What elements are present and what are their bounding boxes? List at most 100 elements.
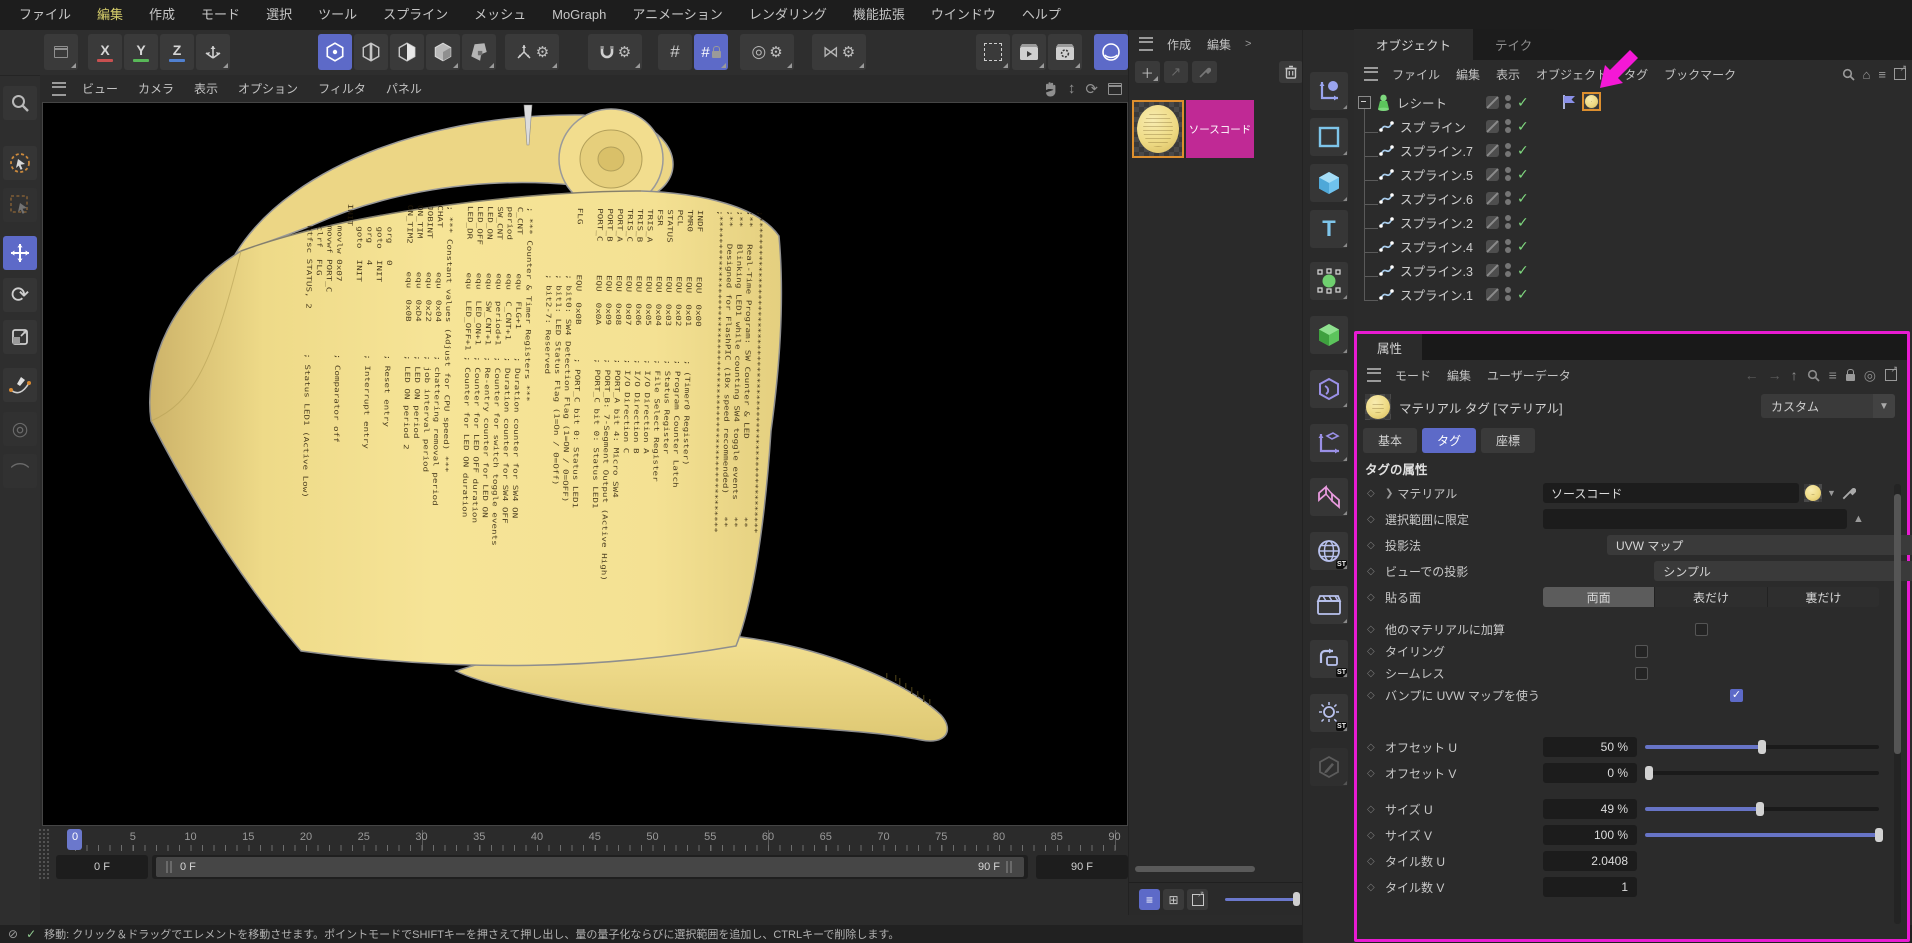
rectangle-spline-button[interactable] <box>1310 118 1348 156</box>
menu-item[interactable]: スプライン <box>370 0 461 30</box>
attribute-menu-icon[interactable] <box>1367 368 1381 382</box>
layer-toggle-icon[interactable] <box>1486 144 1499 157</box>
maximize-view-icon[interactable] <box>1108 83 1122 95</box>
tree-item-spline[interactable]: スプライン.5✓ <box>1354 162 1912 186</box>
material-mini-thumb[interactable] <box>1804 484 1822 502</box>
layout-window-button[interactable] <box>44 34 78 70</box>
enabled-check-icon[interactable]: ✓ <box>1517 94 1529 111</box>
magnet-button[interactable]: ⚙ <box>588 34 642 70</box>
menu-item[interactable]: ツール <box>305 0 370 30</box>
scale-tool-button[interactable] <box>3 320 37 354</box>
side-option-both[interactable]: 両面 <box>1543 587 1655 607</box>
list-view-button[interactable]: ≡ <box>1139 889 1160 910</box>
material-hscrollbar[interactable] <box>1135 866 1255 872</box>
layer-toggle-icon[interactable] <box>1486 168 1499 181</box>
offset-u-slider[interactable] <box>1645 737 1879 757</box>
visibility-toggle-icon[interactable] <box>1505 191 1511 205</box>
menu-item[interactable]: 選択 <box>253 0 305 30</box>
menu-item[interactable]: カメラ <box>128 80 184 97</box>
expand-icon[interactable]: ❯ <box>1385 488 1393 499</box>
axis-z-button[interactable]: Z <box>160 34 194 70</box>
menu-item[interactable]: 作成 <box>136 0 188 30</box>
object-menu-icon[interactable] <box>1364 67 1378 81</box>
tree-item-spline[interactable]: スプライン.7✓ <box>1354 138 1912 162</box>
coordinate-system-button[interactable] <box>196 34 230 70</box>
menu-item[interactable]: オプション <box>228 80 308 97</box>
tab-takes[interactable]: テイク <box>1473 29 1554 60</box>
spline-pen-button[interactable] <box>3 368 37 402</box>
symmetry-settings-icon[interactable]: ⚙ <box>842 43 855 61</box>
menu-item[interactable]: ヘルプ <box>1009 0 1074 30</box>
edit-render-settings-button[interactable] <box>1310 748 1348 786</box>
track-icon[interactable]: ◎ <box>1864 367 1876 384</box>
visibility-toggle-icon[interactable] <box>1505 119 1511 133</box>
live-selection-button[interactable] <box>3 146 37 180</box>
circle-primitive-button[interactable]: ◎ <box>3 412 37 446</box>
layer-toggle-icon[interactable] <box>1486 192 1499 205</box>
layer-toggle-icon[interactable] <box>1486 216 1499 229</box>
tree-item-spline[interactable]: スプ ライン✓ <box>1354 114 1912 138</box>
dolly-icon[interactable]: ↕ <box>1068 80 1076 97</box>
render-view-button[interactable] <box>1012 34 1046 70</box>
menu-item[interactable]: MoGraph <box>539 0 619 30</box>
snap-toggle-button[interactable]: # <box>694 34 728 70</box>
size-v-field[interactable]: 100 % <box>1543 825 1637 845</box>
filter-icon[interactable]: ≡ <box>1829 367 1837 383</box>
menu-item[interactable]: 編集 <box>1199 36 1239 53</box>
axis-modify-button[interactable] <box>1310 72 1348 110</box>
rectangle-selection-button[interactable] <box>3 188 37 222</box>
layer-toggle-icon[interactable] <box>1486 240 1499 253</box>
grid-view-button[interactable]: ⊞ <box>1163 889 1184 910</box>
search-icon[interactable] <box>1842 68 1855 81</box>
range-start-grip[interactable] <box>166 861 174 873</box>
tweak-settings-icon[interactable]: ⚙ <box>536 43 549 61</box>
menu-item[interactable]: 表示 <box>1488 66 1528 83</box>
workplane-button[interactable] <box>1310 424 1348 462</box>
layer-view-button[interactable] <box>1187 889 1208 910</box>
add-material-button[interactable]: ＋ <box>1135 61 1160 83</box>
render-settings-button[interactable] <box>1048 34 1082 70</box>
polygon-mode-button[interactable] <box>390 34 424 70</box>
keyframe-diamond-icon[interactable]: ◇ <box>1367 488 1385 499</box>
menu-item[interactable]: 編集 <box>1448 66 1488 83</box>
orbit-icon[interactable]: ⟳ <box>1085 80 1098 98</box>
seamless-checkbox[interactable] <box>1635 667 1648 680</box>
point-mode-button[interactable] <box>318 34 352 70</box>
enable-axis-button[interactable] <box>1310 316 1348 354</box>
size-u-field[interactable]: 49 % <box>1543 799 1637 819</box>
symmetry-button[interactable]: ⋈ ⚙ <box>812 34 866 70</box>
menu-item[interactable]: メッシュ <box>461 0 539 30</box>
nav-up-icon[interactable]: ↑ <box>1791 367 1798 383</box>
thumbnail-size-slider[interactable] <box>1225 898 1297 901</box>
current-frame-field[interactable]: 0 F <box>56 855 148 879</box>
stage-clapper-button[interactable] <box>1310 586 1348 624</box>
add-material-checkbox[interactable] <box>1695 623 1708 636</box>
make-editable-button[interactable] <box>1310 370 1348 408</box>
bump-uvw-checkbox[interactable] <box>1730 689 1743 702</box>
menu-item[interactable]: 表示 <box>184 80 228 97</box>
menu-item[interactable]: 編集 <box>84 0 136 30</box>
tree-item-spline[interactable]: スプライン.3✓ <box>1354 258 1912 282</box>
eyedropper-icon[interactable] <box>1841 486 1856 501</box>
light-st-button[interactable]: ST <box>1310 694 1348 732</box>
material-thumbnail[interactable] <box>1132 100 1184 158</box>
layer-toggle-icon[interactable] <box>1486 264 1499 277</box>
menu-item[interactable]: フィルタ <box>308 80 376 97</box>
range-end-grip[interactable] <box>1006 861 1014 873</box>
grid-button[interactable]: # <box>658 34 692 70</box>
menu-overflow-icon[interactable]: > <box>1241 38 1251 50</box>
tree-item-spline[interactable]: スプライン.4✓ <box>1354 234 1912 258</box>
cube-primitive-button[interactable] <box>1310 164 1348 202</box>
menu-item[interactable]: ブックマーク <box>1656 66 1744 83</box>
visibility-toggle-icon[interactable] <box>1505 215 1511 229</box>
symmetry-workflow-button[interactable] <box>1310 478 1348 516</box>
size-u-slider[interactable] <box>1645 799 1879 819</box>
pan-hand-icon[interactable] <box>1043 81 1058 97</box>
enabled-check-icon[interactable]: ✓ <box>1517 214 1529 231</box>
tiles-v-field[interactable]: 1 <box>1543 877 1637 897</box>
axis-y-button[interactable]: Y <box>124 34 158 70</box>
nav-back-icon[interactable]: ← <box>1745 367 1759 383</box>
enabled-check-icon[interactable]: ✓ <box>1517 166 1529 183</box>
move-tool-button[interactable] <box>3 236 37 270</box>
material-menu-icon[interactable] <box>1139 37 1153 51</box>
